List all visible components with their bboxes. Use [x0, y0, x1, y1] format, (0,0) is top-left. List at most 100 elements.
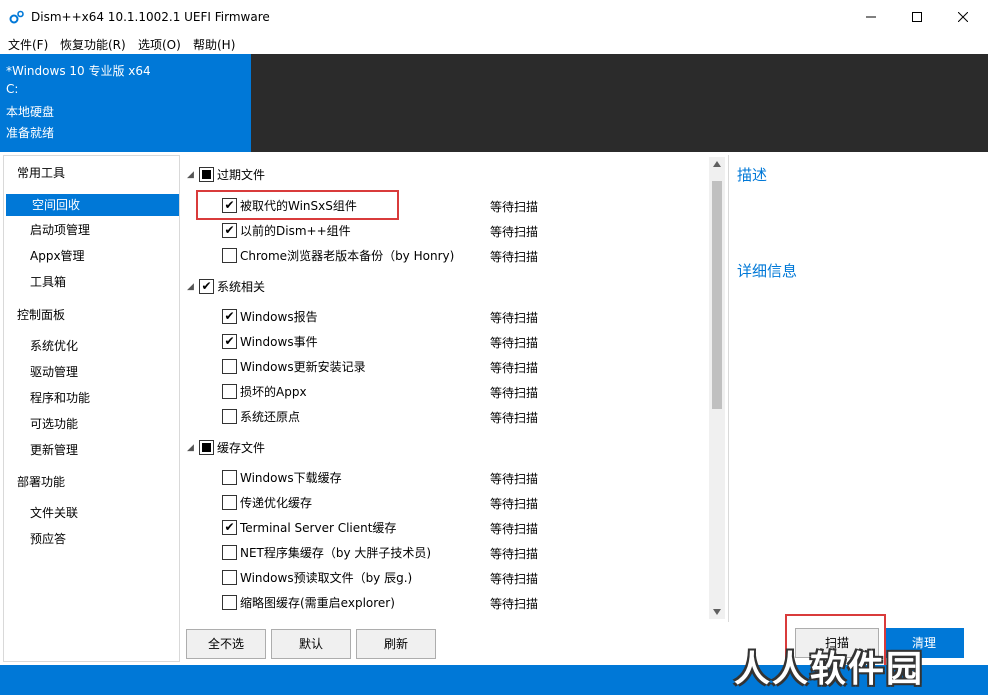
- minimize-button[interactable]: [848, 0, 894, 34]
- checkbox[interactable]: [222, 594, 237, 610]
- checkbox[interactable]: [222, 222, 237, 238]
- item-status: 等待扫描: [490, 411, 539, 425]
- checkbox[interactable]: [199, 166, 214, 182]
- description-title: 描述: [737, 166, 768, 184]
- item-label: Windows更新安装记录: [240, 359, 366, 374]
- checkbox[interactable]: [222, 494, 237, 510]
- item-status: 等待扫描: [490, 472, 539, 486]
- details-title: 详细信息: [737, 262, 798, 280]
- list-item[interactable]: 损坏的Appx: [222, 381, 307, 401]
- checkbox[interactable]: [222, 358, 237, 374]
- close-icon: [958, 12, 968, 22]
- list-item[interactable]: Windows报告: [222, 306, 318, 326]
- vertical-scrollbar[interactable]: [709, 157, 725, 619]
- list-item[interactable]: 以前的Dism++组件: [222, 220, 351, 240]
- sidebar-item-startup[interactable]: 启动项管理: [4, 219, 179, 241]
- sidebar-item-updates[interactable]: 更新管理: [4, 439, 179, 461]
- sidebar-item-file-assoc[interactable]: 文件关联: [4, 502, 179, 524]
- sidebar-item-drivers[interactable]: 驱动管理: [4, 361, 179, 383]
- item-status: 等待扫描: [490, 547, 539, 561]
- session-status: 准备就绪: [6, 126, 55, 140]
- item-status: 等待扫描: [490, 597, 539, 611]
- list-item[interactable]: Windows下载缓存: [222, 467, 342, 487]
- list-item[interactable]: 系统还原点: [222, 406, 300, 426]
- item-label: NET程序集缓存（by 大胖子技术员): [240, 545, 432, 560]
- sidebar-item-optimize[interactable]: 系统优化: [4, 335, 179, 357]
- session-os: *Windows 10 专业版 x64: [6, 64, 151, 78]
- list-item[interactable]: Chrome浏览器老版本备份（by Honry): [222, 245, 454, 265]
- group-label: 缓存文件: [217, 440, 266, 455]
- item-status: 等待扫描: [490, 361, 539, 375]
- sidebar-item-unattend[interactable]: 预应答: [4, 528, 179, 550]
- sidebar-group-common-tools: 常用工具: [17, 166, 66, 180]
- collapse-arrow-icon[interactable]: ◢: [187, 282, 197, 292]
- sidebar-item-optional-features[interactable]: 可选功能: [4, 413, 179, 435]
- watermark: 人人软件园: [734, 649, 925, 690]
- checkbox[interactable]: [222, 308, 237, 324]
- details-panel: 描述 详细信息: [728, 155, 988, 622]
- checkbox[interactable]: [222, 569, 237, 585]
- session-card[interactable]: *Windows 10 专业版 x64 C: 本地硬盘 准备就绪: [0, 54, 251, 152]
- list-item[interactable]: Windows事件: [222, 331, 318, 351]
- list-item[interactable]: Terminal Server Client缓存: [222, 517, 396, 537]
- item-label: Windows预读取文件（by 辰g.): [240, 570, 413, 585]
- list-item[interactable]: Windows预读取文件（by 辰g.): [222, 567, 412, 587]
- highlight-annotation: [196, 190, 399, 220]
- checkbox[interactable]: [222, 408, 237, 424]
- item-label: 系统还原点: [240, 409, 301, 424]
- checkbox[interactable]: [222, 544, 237, 560]
- checkbox[interactable]: [222, 469, 237, 485]
- default-button[interactable]: 默认: [271, 629, 351, 659]
- maximize-button[interactable]: [894, 0, 940, 34]
- item-status: 等待扫描: [490, 386, 539, 400]
- scroll-down-icon[interactable]: [713, 609, 721, 615]
- cleanup-tree: ◢ 过期文件 被取代的WinSxS组件 等待扫描 以前的Dism++组件 等待扫…: [181, 155, 725, 622]
- close-button[interactable]: [940, 0, 986, 34]
- item-label: Windows事件: [240, 334, 318, 349]
- sidebar-item-appx[interactable]: Appx管理: [4, 245, 179, 267]
- maximize-icon: [912, 12, 922, 22]
- list-item[interactable]: 缩略图缓存(需重启explorer): [222, 592, 395, 612]
- session-disk-type: 本地硬盘: [6, 105, 55, 119]
- group-system[interactable]: 系统相关: [199, 276, 265, 296]
- list-item[interactable]: Windows更新安装记录: [222, 356, 366, 376]
- item-status: 等待扫描: [490, 200, 539, 214]
- item-label: 以前的Dism++组件: [240, 223, 351, 238]
- item-status: 等待扫描: [490, 225, 539, 239]
- refresh-button[interactable]: 刷新: [356, 629, 436, 659]
- sidebar-group-control-panel: 控制面板: [17, 308, 66, 322]
- group-cache[interactable]: 缓存文件: [199, 437, 265, 457]
- menu-restore[interactable]: 恢复功能(R): [60, 36, 126, 53]
- collapse-arrow-icon[interactable]: ◢: [187, 170, 197, 180]
- collapse-arrow-icon[interactable]: ◢: [187, 443, 197, 453]
- checkbox[interactable]: [199, 439, 214, 455]
- checkbox[interactable]: [222, 333, 237, 349]
- list-item[interactable]: 传递优化缓存: [222, 492, 312, 512]
- menu-help[interactable]: 帮助(H): [193, 36, 235, 53]
- sidebar-item-space-cleanup[interactable]: 空间回收: [6, 194, 179, 216]
- menu-bar: 文件(F) 恢复功能(R) 选项(O) 帮助(H): [0, 34, 988, 54]
- item-status: 等待扫描: [490, 311, 539, 325]
- menu-options[interactable]: 选项(O): [138, 36, 181, 53]
- checkbox[interactable]: [222, 383, 237, 399]
- item-label: Chrome浏览器老版本备份（by Honry): [240, 248, 455, 263]
- scrollbar-thumb[interactable]: [712, 181, 722, 409]
- sidebar-item-toolbox[interactable]: 工具箱: [4, 271, 179, 293]
- item-status: 等待扫描: [490, 572, 539, 586]
- sidebar-item-programs[interactable]: 程序和功能: [4, 387, 179, 409]
- session-drive: C:: [6, 82, 19, 96]
- list-item[interactable]: NET程序集缓存（by 大胖子技术员): [222, 542, 431, 562]
- menu-file[interactable]: 文件(F): [8, 36, 48, 53]
- app-gear-icon: [9, 10, 24, 24]
- item-status: 等待扫描: [490, 250, 539, 264]
- select-none-button[interactable]: 全不选: [186, 629, 266, 659]
- session-list-area: [251, 54, 988, 152]
- checkbox[interactable]: [222, 247, 237, 263]
- checkbox[interactable]: [222, 519, 237, 535]
- item-label: Windows下载缓存: [240, 470, 342, 485]
- group-expired-files[interactable]: 过期文件: [199, 164, 265, 184]
- scroll-up-icon[interactable]: [713, 161, 721, 167]
- checkbox[interactable]: [199, 278, 214, 294]
- sidebar-group-deployment: 部署功能: [17, 475, 66, 489]
- group-label: 过期文件: [217, 167, 266, 182]
